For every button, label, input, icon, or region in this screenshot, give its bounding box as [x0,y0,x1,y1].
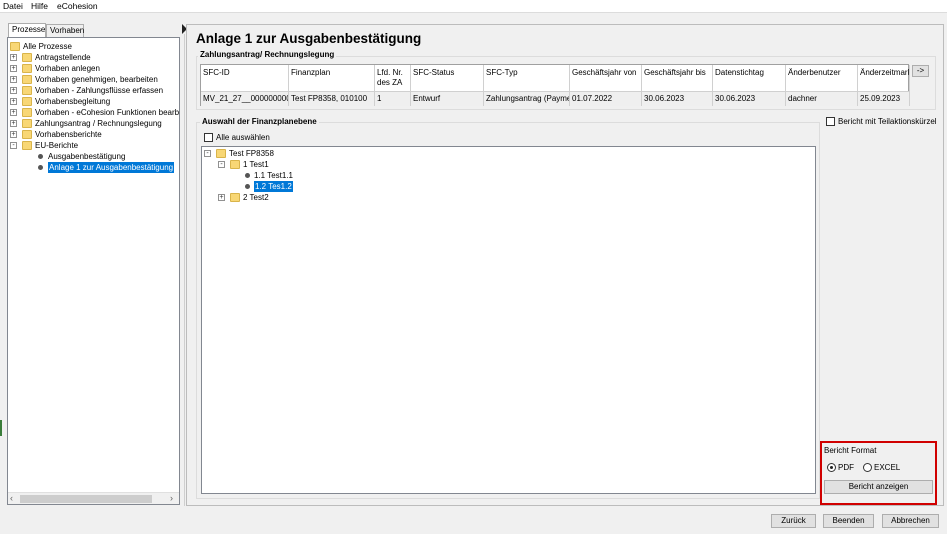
select-all-label: Alle auswählen [216,133,270,142]
table-cell[interactable]: dachner [786,92,858,106]
nav-tree-item-label: Vorhaben - Zahlungsflüsse erfassen [35,86,164,95]
cancel-button[interactable]: Abbrechen [882,514,939,528]
expand-icon[interactable]: + [10,109,17,116]
finish-button[interactable]: Beenden [823,514,874,528]
table-header-cell[interactable]: SFC-ID [201,65,289,92]
folder-icon [10,42,20,51]
expand-icon[interactable]: + [10,131,17,138]
table-header-cell[interactable]: SFC-Status [411,65,484,92]
scrollbar-thumb[interactable] [20,495,152,503]
collapse-icon[interactable]: - [204,150,211,157]
table-header-cell[interactable]: Geschäftsjahr bis [642,65,713,92]
folder-icon [230,160,240,169]
nav-tree-item-label: Antragstellende [35,53,91,62]
table-arrow-button[interactable]: -> [912,65,929,77]
back-button[interactable]: Zurück [771,514,816,528]
table-cell[interactable]: Zahlungsantrag (Payment Application) [484,92,570,106]
fp-tree-item-label: Test FP8358 [229,149,274,158]
edge-marker [0,420,2,436]
table-cell[interactable]: 30.06.2023 [713,92,786,106]
select-all-checkbox[interactable] [204,133,213,142]
expand-icon[interactable]: + [10,98,17,105]
fp-tree-item-label: 1.1 Test1.1 [254,171,293,180]
report-format-label: Bericht Format [824,446,877,455]
folder-icon [22,119,32,128]
table-header-cell[interactable]: Lfd. Nr. des ZA [375,65,411,92]
nav-tree-item-label: Ausgabenbestätigung [48,152,126,161]
folder-icon [22,141,32,150]
nav-tree-item-label: Vorhabensberichte [35,130,102,139]
leaf-node-icon [38,165,43,170]
table-cell[interactable]: Test FP8358, 010100 [289,92,375,106]
finanzplan-group-label: Auswahl der Finanzplanebene [200,117,319,126]
folder-icon [22,75,32,84]
show-report-button[interactable]: Bericht anzeigen [824,480,933,494]
page-title: Anlage 1 zur Ausgabenbestätigung [196,31,422,46]
table-header-cell[interactable]: Geschäftsjahr von [570,65,642,92]
collapse-icon[interactable]: - [10,142,17,149]
excel-radio[interactable] [863,463,872,472]
nav-tree-item-label: Vorhaben anlegen [35,64,100,73]
nav-tree-item-label: Vorhaben - eCohesion Funktionen bearbeit… [35,108,180,117]
tab-vorhaben[interactable]: Vorhaben [46,24,84,38]
scroll-left-icon[interactable]: ‹ [10,493,13,503]
collapse-icon[interactable]: - [218,161,225,168]
tab-prozesse[interactable]: Prozesse [8,23,46,38]
table-cell[interactable]: MV_21_27__0000000007 [201,92,289,106]
tree-horizontal-scrollbar[interactable]: ‹ › [8,492,179,504]
table-header-cell[interactable]: Änderzeitmarke [858,65,910,92]
fp-tree-item-label: 2 Test2 [243,193,269,202]
expand-icon[interactable]: + [218,194,225,201]
table-cell[interactable]: 1 [375,92,411,106]
zahlungsantrag-group-label: Zahlungsantrag/ Rechnungslegung [198,50,337,59]
leaf-node-icon [245,184,250,189]
finanzplan-tree[interactable]: - Test FP8358-1 Test1 1.1 Test1.1 1.2 Tes1.… [201,146,816,494]
nav-tree-item-label: Zahlungsantrag / Rechnungslegung [35,119,162,128]
expand-icon[interactable]: + [10,120,17,127]
expand-icon[interactable]: + [10,54,17,61]
folder-icon [22,86,32,95]
folder-icon [22,53,32,62]
table-cell[interactable]: Entwurf [411,92,484,106]
pdf-radio[interactable] [827,463,836,472]
fp-tree-item-label: 1 Test1 [243,160,269,169]
pdf-radio-label: PDF [838,463,854,472]
menu-bar: Datei Hilfe eCohesion [0,0,947,13]
table-header-cell[interactable]: SFC-Typ [484,65,570,92]
leaf-node-icon [38,154,43,159]
excel-radio-label: EXCEL [874,463,901,472]
report-short-label: Bericht mit Teilaktionskürzel [838,117,937,126]
nav-tree-item-label: EU-Berichte [35,141,79,150]
folder-icon [22,108,32,117]
fp-tree-item-label: 1.2 Tes1.2 [254,181,293,192]
expand-icon[interactable]: + [10,87,17,94]
nav-tree-item-label: Alle Prozesse [23,42,72,51]
panel-splitter[interactable] [184,34,185,506]
leaf-node-icon [245,173,250,178]
menu-hilfe[interactable]: Hilfe [31,1,48,11]
folder-icon [230,193,240,202]
scroll-right-icon[interactable]: › [170,493,173,503]
process-tree[interactable]: Alle Prozesse + Antragstellende + Vorhaben a… [7,37,180,505]
sfc-table: SFC-ID Finanzplan Lfd. Nr. des ZA SFC-Status… [200,64,910,106]
report-format-box: Bericht Format PDF EXCEL Bericht anzeige… [820,441,937,505]
table-cell[interactable]: 01.07.2022 [570,92,642,106]
folder-icon [22,97,32,106]
folder-icon [22,64,32,73]
table-cell[interactable]: 30.06.2023 [642,92,713,106]
expand-icon[interactable]: + [10,65,17,72]
expand-icon[interactable]: + [10,76,17,83]
folder-icon [216,149,226,158]
nav-tree-item-label: Anlage 1 zur Ausgabenbestätigung [48,162,175,173]
menu-ecohesion[interactable]: eCohesion [57,1,98,11]
table-cell[interactable]: 25.09.2023 [858,92,910,106]
report-short-checkbox[interactable] [826,117,835,126]
table-header-cell[interactable]: Änderbenutzer [786,65,858,92]
nav-tree-item-label: Vorhabensbegleitung [35,97,111,106]
menu-datei[interactable]: Datei [3,1,23,11]
nav-tree-item-label: Vorhaben genehmigen, bearbeiten [35,75,158,84]
folder-icon [22,130,32,139]
table-header-cell[interactable]: Finanzplan [289,65,375,92]
table-header-cell[interactable]: Datenstichtag [713,65,786,92]
